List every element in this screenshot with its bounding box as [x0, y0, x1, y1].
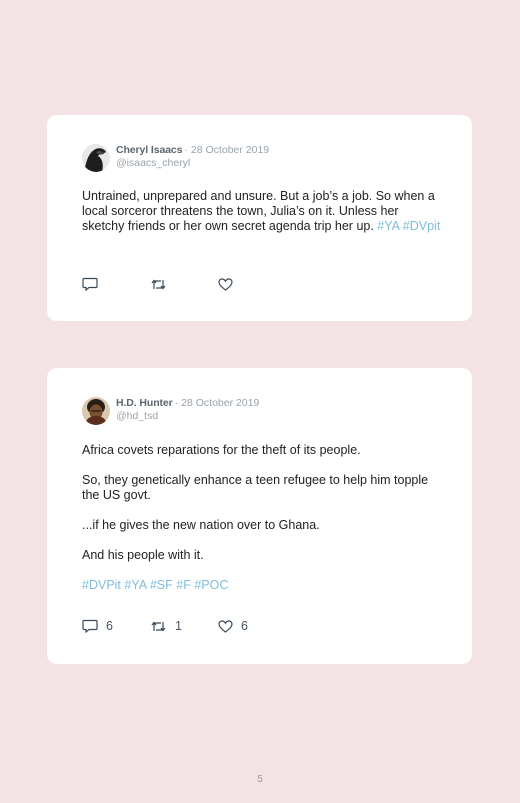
author-handle[interactable]: @isaacs_cheryl	[116, 157, 269, 170]
like-button[interactable]	[218, 277, 241, 291]
separator-dot: ·	[174, 397, 179, 409]
like-icon	[218, 277, 233, 291]
reply-count: 6	[106, 619, 113, 633]
reply-icon	[82, 619, 98, 633]
tweet-paragraph: Untrained, unprepared and unsure. But a …	[82, 189, 442, 234]
avatar[interactable]	[82, 397, 110, 425]
author-handle[interactable]: @hd_tsd	[116, 410, 259, 423]
reply-icon	[82, 277, 98, 291]
hashtags[interactable]: #YA #DVpit	[377, 219, 440, 233]
tweet-actions: 6 1 6	[82, 619, 248, 633]
reply-button[interactable]: 6	[82, 619, 150, 633]
tweet-header: H.D. Hunter · 28 October 2019 @hd_tsd	[82, 397, 259, 425]
retweet-button[interactable]: 1	[150, 619, 218, 633]
tweet-card: H.D. Hunter · 28 October 2019 @hd_tsd Afri…	[47, 368, 472, 664]
retweet-icon	[151, 279, 166, 289]
retweet-icon	[151, 621, 166, 631]
tweet-card: Cheryl Isaacs · 28 October 2019 @isaacs_ch…	[47, 115, 472, 321]
like-button[interactable]: 6	[218, 619, 248, 633]
avatar[interactable]	[82, 144, 110, 172]
author-name[interactable]: H.D. Hunter	[116, 397, 173, 409]
tweet-paragraph: Africa covets reparations for the theft …	[82, 443, 361, 457]
like-count: 6	[241, 619, 248, 633]
tweet-actions	[82, 277, 241, 291]
tweet-paragraph: So, they genetically enhance a teen refu…	[82, 473, 429, 502]
separator-dot: ·	[184, 144, 188, 156]
retweet-button[interactable]	[150, 278, 218, 291]
tweet-text: Africa covets reparations for the theft …	[82, 443, 442, 608]
page-number: 5	[257, 774, 263, 785]
reply-button[interactable]	[82, 277, 150, 291]
tweet-paragraph: And his people with it.	[82, 548, 204, 562]
tweet-date[interactable]: 28 October 2019	[181, 397, 259, 409]
tweet-text: Untrained, unprepared and unsure. But a …	[82, 189, 442, 249]
tweet-paragraph: ...if he gives the new nation over to Gh…	[82, 518, 320, 532]
hashtags[interactable]: #DVPit #YA #SF #F #POC	[82, 578, 442, 593]
retweet-count: 1	[175, 619, 182, 633]
tweet-header: Cheryl Isaacs · 28 October 2019 @isaacs_ch…	[82, 144, 269, 172]
author-name[interactable]: Cheryl Isaacs	[116, 144, 183, 156]
like-icon	[218, 619, 233, 633]
tweet-date[interactable]: 28 October 2019	[191, 144, 269, 156]
